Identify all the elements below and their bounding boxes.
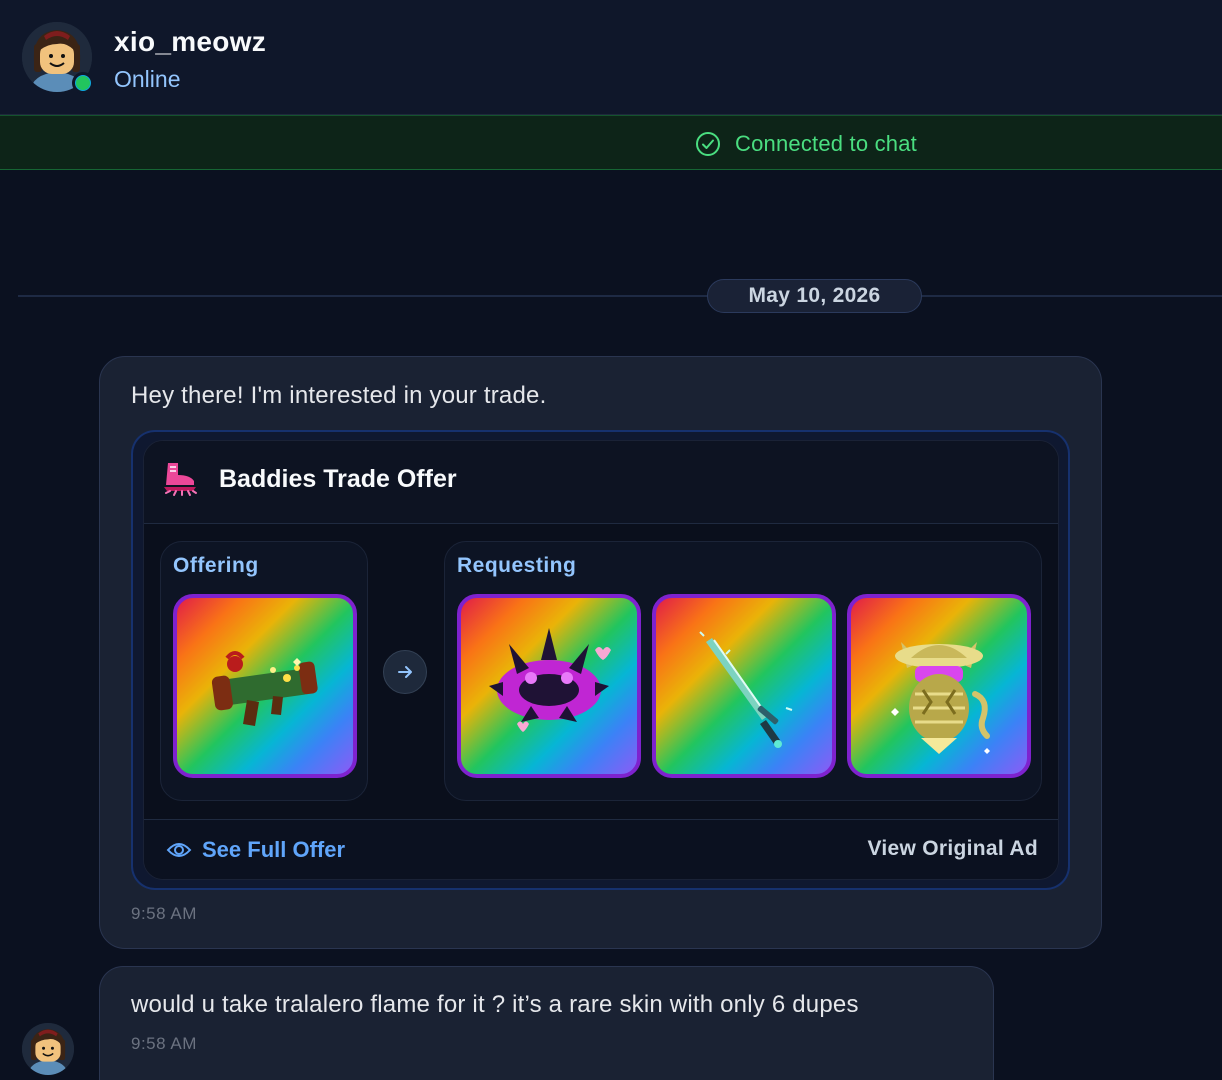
offering-panel: Offering: [160, 541, 368, 801]
requesting-item[interactable]: [457, 594, 641, 778]
rocket-launcher-item-icon: [211, 651, 318, 726]
eye-icon: [166, 843, 192, 857]
trade-offer-card[interactable]: Baddies Trade Offer Offering Requesting: [143, 440, 1059, 880]
spiked-crown-item-icon: [489, 628, 611, 732]
message-text: would u take tralalero flame for it ? it…: [131, 991, 859, 1018]
offering-label: Offering: [173, 554, 259, 577]
message-timestamp: 9:58 AM: [131, 1034, 197, 1053]
chat-header: xio_meowz Online: [0, 0, 1222, 115]
arrow-right-icon: [383, 650, 427, 694]
online-status-dot: [72, 72, 94, 94]
username[interactable]: xio_meowz: [114, 26, 266, 58]
trade-card-title: Baddies Trade Offer: [219, 465, 457, 493]
requesting-item[interactable]: [652, 594, 836, 778]
presence-status: Online: [114, 66, 181, 92]
trade-card-footer: See Full Offer View Original Ad: [144, 819, 1058, 879]
message-text: Hey there! I'm interested in your trade.: [131, 382, 547, 409]
sword-item-icon: [699, 631, 793, 748]
message-bubble: [99, 966, 994, 1080]
requesting-item[interactable]: [847, 594, 1031, 778]
roller-skate-icon: [164, 463, 197, 496]
view-original-ad-button[interactable]: View Original Ad: [867, 837, 1038, 861]
date-divider-line: [18, 295, 1222, 297]
message-timestamp: 9:58 AM: [131, 904, 197, 923]
avatar-girl-icon: [22, 1023, 74, 1075]
see-full-offer-label: See Full Offer: [202, 837, 346, 862]
user-avatar[interactable]: [22, 22, 94, 96]
connection-banner: Connected to chat: [0, 115, 1222, 170]
date-divider: May 10, 2026: [707, 279, 922, 313]
offering-item[interactable]: [173, 594, 357, 778]
requesting-panel: Requesting: [444, 541, 1042, 801]
check-circle-icon: [696, 132, 720, 156]
connection-status-text: Connected to chat: [735, 131, 917, 156]
golden-cat-item-icon: [891, 642, 990, 754]
requesting-label: Requesting: [457, 554, 577, 577]
see-full-offer-button[interactable]: See Full Offer: [166, 837, 345, 863]
sender-avatar[interactable]: [22, 1023, 74, 1075]
trade-card-header: Baddies Trade Offer: [144, 441, 1058, 524]
